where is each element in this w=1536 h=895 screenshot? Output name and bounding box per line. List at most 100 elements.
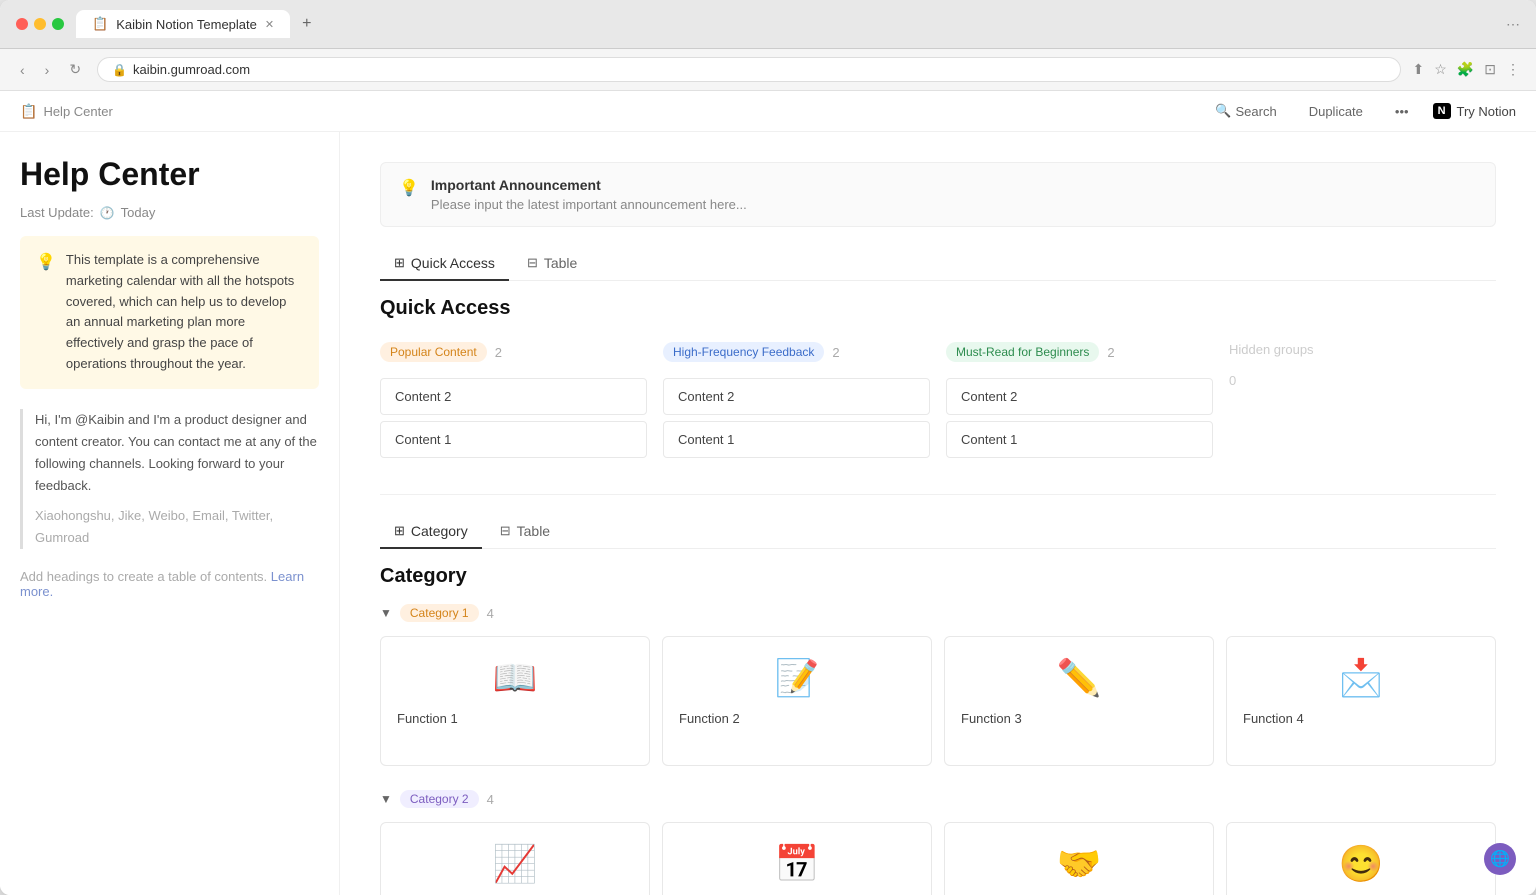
quick-access-title: Quick Access bbox=[380, 297, 1496, 320]
try-notion-button[interactable]: N Try Notion bbox=[1433, 103, 1516, 119]
bio-link-xiaohongshu[interactable]: Xiaohongshu bbox=[35, 508, 111, 523]
forward-button[interactable]: › bbox=[41, 58, 54, 82]
bio-link-email[interactable]: Email bbox=[192, 508, 225, 523]
announcement-body: Important Announcement Please input the … bbox=[431, 177, 747, 212]
list-item[interactable]: Content 1 bbox=[946, 421, 1213, 458]
tab-table-category-icon: ⊟ bbox=[500, 523, 511, 539]
share-icon[interactable]: ⬆ bbox=[1413, 61, 1425, 78]
function1-emoji: 📖 bbox=[397, 657, 633, 699]
cat2-function2-emoji: 📅 bbox=[679, 843, 915, 885]
browser-navbar: ‹ › ↻ 🔒 kaibin.gumroad.com ⬆ ☆ 🧩 ⊡ ⋮ bbox=[0, 49, 1536, 91]
category1-toggle[interactable]: ▼ bbox=[380, 606, 392, 620]
search-button[interactable]: 🔍 Search bbox=[1207, 99, 1284, 123]
function-card[interactable]: 📩 Function 4 bbox=[1226, 636, 1496, 766]
duplicate-button[interactable]: Duplicate bbox=[1301, 100, 1371, 123]
sidebar-icon[interactable]: ⊡ bbox=[1484, 61, 1496, 78]
function4-name: Function 4 bbox=[1243, 711, 1304, 726]
category2-tag: Category 2 bbox=[400, 790, 479, 808]
maximize-button[interactable] bbox=[52, 18, 64, 30]
group-count-mustread: 2 bbox=[1107, 345, 1114, 360]
function4-emoji: 📩 bbox=[1243, 657, 1479, 699]
browser-nav-icons: ⬆ ☆ 🧩 ⊡ ⋮ bbox=[1413, 61, 1520, 78]
globe-button[interactable]: 🌐 bbox=[1484, 843, 1516, 875]
more-options-icon[interactable]: ⋮ bbox=[1506, 61, 1520, 78]
lock-icon: 🔒 bbox=[112, 63, 127, 77]
main-content: 💡 Important Announcement Please input th… bbox=[340, 132, 1536, 895]
function-card[interactable]: 📖 Function 1 bbox=[380, 636, 650, 766]
list-item[interactable]: Content 2 bbox=[663, 378, 930, 415]
browser-tab[interactable]: 📋 Kaibin Notion Temeplate ✕ bbox=[76, 10, 290, 38]
bio-link-gumroad[interactable]: Gumroad bbox=[35, 530, 89, 545]
function-card[interactable]: 🤝 Function 3 bbox=[944, 822, 1214, 895]
try-notion-label: Try Notion bbox=[1457, 104, 1516, 119]
announcement-title: Important Announcement bbox=[431, 177, 747, 193]
bio-link-twitter[interactable]: Twitter bbox=[232, 508, 270, 523]
breadcrumb-label: Help Center bbox=[43, 104, 112, 119]
tab-quick-access[interactable]: ⊞ Quick Access bbox=[380, 247, 509, 281]
function-card[interactable]: 📝 Function 2 bbox=[662, 636, 932, 766]
category2-header: ▼ Category 2 4 bbox=[380, 790, 1496, 808]
group-hidden-label: Hidden groups bbox=[1229, 342, 1314, 357]
extensions-icon[interactable]: 🧩 bbox=[1457, 61, 1474, 78]
new-tab-button[interactable]: + bbox=[302, 15, 311, 33]
bio-link-jike[interactable]: Jike bbox=[118, 508, 141, 523]
more-button[interactable]: ••• bbox=[1387, 100, 1417, 123]
clock-icon: 🕐 bbox=[100, 206, 115, 220]
more-icon: ••• bbox=[1395, 104, 1409, 119]
access-group-popular: Popular Content 2 Content 2 Content 1 bbox=[380, 336, 647, 464]
function3-emoji: ✏️ bbox=[961, 657, 1197, 699]
group-count-popular: 2 bbox=[495, 345, 502, 360]
list-item[interactable]: Content 1 bbox=[663, 421, 930, 458]
minimize-button[interactable] bbox=[34, 18, 46, 30]
function-card[interactable]: 📅 Function 2 bbox=[662, 822, 932, 895]
list-item[interactable]: Content 2 bbox=[380, 378, 647, 415]
refresh-button[interactable]: ↻ bbox=[65, 57, 85, 82]
list-item[interactable]: Content 1 bbox=[380, 421, 647, 458]
address-bar[interactable]: 🔒 kaibin.gumroad.com bbox=[97, 57, 1400, 82]
list-item[interactable]: Content 2 bbox=[946, 378, 1213, 415]
back-button[interactable]: ‹ bbox=[16, 58, 29, 82]
info-card-text: This template is a comprehensive marketi… bbox=[66, 250, 303, 375]
group-tag-highfreq: High-Frequency Feedback bbox=[663, 342, 824, 362]
page-layout: Help Center Last Update: 🕐 Today 💡 This … bbox=[0, 132, 1536, 895]
quick-access-groups: Popular Content 2 Content 2 Content 1 Hi… bbox=[380, 336, 1496, 464]
function1-name: Function 1 bbox=[397, 711, 458, 726]
notion-logo: N bbox=[1433, 103, 1451, 119]
function2-emoji: 📝 bbox=[679, 657, 915, 699]
function-card[interactable]: 📈 Function 1 bbox=[380, 822, 650, 895]
section-separator bbox=[380, 494, 1496, 495]
group-header-mustread: Must-Read for Beginners 2 bbox=[946, 336, 1213, 368]
toc-hint: Add headings to create a table of conten… bbox=[20, 569, 319, 599]
category2-toggle[interactable]: ▼ bbox=[380, 792, 392, 806]
category-section-title: Category bbox=[380, 565, 1496, 588]
cat2-function3-emoji: 🤝 bbox=[961, 843, 1197, 885]
bio-section: Hi, I'm @Kaibin and I'm a product design… bbox=[20, 409, 319, 550]
breadcrumb: 📋 Help Center bbox=[20, 103, 113, 120]
group-header-hidden: Hidden groups bbox=[1229, 336, 1496, 363]
last-update-value: Today bbox=[121, 205, 156, 220]
bio-link-weibo[interactable]: Weibo bbox=[149, 508, 186, 523]
group-tag-popular: Popular Content bbox=[380, 342, 487, 362]
notion-toolbar: 📋 Help Center 🔍 Search Duplicate ••• N T… bbox=[0, 91, 1536, 132]
group-count-highfreq: 2 bbox=[832, 345, 839, 360]
group-header-highfreq: High-Frequency Feedback 2 bbox=[663, 336, 930, 368]
category1-header: ▼ Category 1 4 bbox=[380, 604, 1496, 622]
bookmark-icon[interactable]: ☆ bbox=[1434, 61, 1447, 78]
cat2-function1-emoji: 📈 bbox=[397, 843, 633, 885]
tab-close-icon[interactable]: ✕ bbox=[265, 18, 274, 31]
tab-table-quick-label: Table bbox=[544, 255, 577, 271]
function-card[interactable]: ✏️ Function 3 bbox=[944, 636, 1214, 766]
close-button[interactable] bbox=[16, 18, 28, 30]
tab-table-category[interactable]: ⊟ Table bbox=[486, 515, 564, 549]
breadcrumb-icon: 📋 bbox=[20, 103, 37, 120]
function-card[interactable]: 😊 Function 4 bbox=[1226, 822, 1496, 895]
tab-table-quick[interactable]: ⊟ Table bbox=[513, 247, 591, 281]
tab-table-quick-icon: ⊟ bbox=[527, 255, 538, 271]
tab-quick-access-label: Quick Access bbox=[411, 255, 495, 271]
search-label: Search bbox=[1236, 104, 1277, 119]
sidebar: Help Center Last Update: 🕐 Today 💡 This … bbox=[0, 132, 340, 895]
duplicate-label: Duplicate bbox=[1309, 104, 1363, 119]
info-card: 💡 This template is a comprehensive marke… bbox=[20, 236, 319, 389]
tab-category[interactable]: ⊞ Category bbox=[380, 515, 482, 549]
bio-links: Xiaohongshu, Jike, Weibo, Email, Twitter… bbox=[35, 505, 319, 549]
